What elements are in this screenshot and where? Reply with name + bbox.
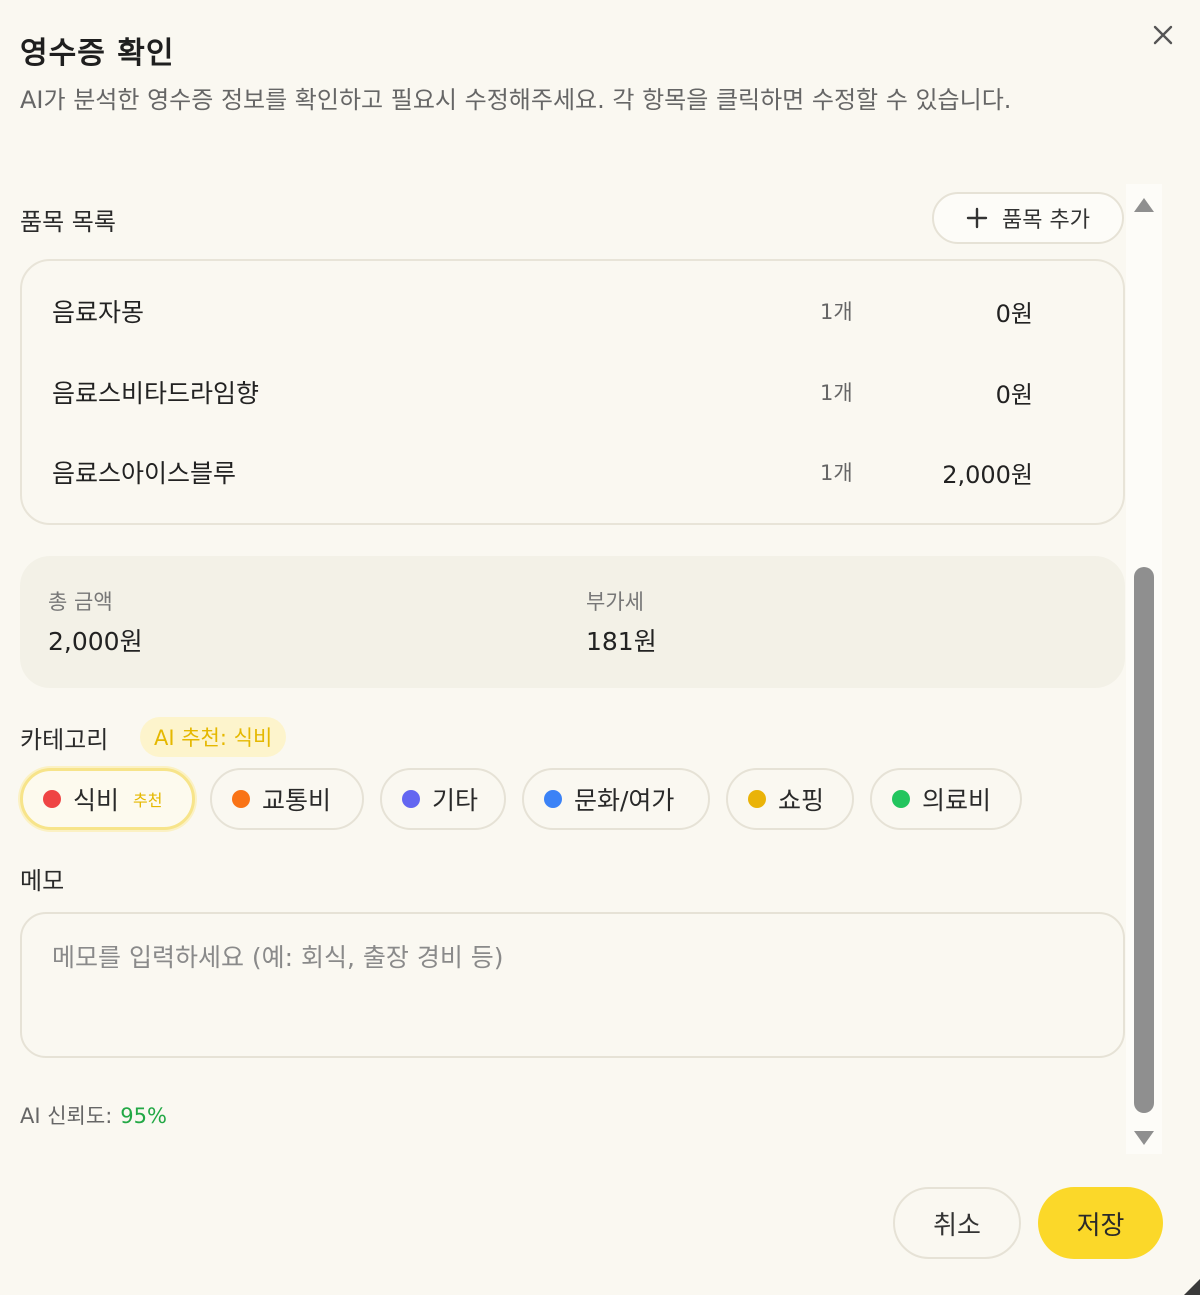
scroll-down-arrow-icon[interactable] — [1133, 1129, 1155, 1147]
category-dot-icon — [232, 790, 250, 808]
close-icon — [1153, 25, 1173, 45]
total-amount-value: 2,000원 — [48, 627, 143, 656]
scrollbar-thumb[interactable] — [1134, 567, 1154, 1113]
category-chip-label: 식비 — [73, 786, 120, 815]
scroll-up-arrow-icon[interactable] — [1133, 196, 1155, 214]
item-name[interactable]: 음료스비타드라임향 — [52, 374, 259, 410]
total-amount-label: 총 금액 — [48, 590, 113, 614]
add-item-label: 품목 추가 — [1002, 208, 1090, 233]
category-dot-icon — [748, 790, 766, 808]
recommended-tag: 추천 — [133, 791, 163, 810]
category-chip-label: 쇼핑 — [778, 786, 825, 815]
save-button[interactable]: 저장 — [1038, 1187, 1163, 1259]
cancel-button[interactable]: 취소 — [893, 1187, 1021, 1259]
dialog-title: 영수증 확인 — [20, 36, 175, 71]
category-chip-other[interactable]: 기타 — [380, 768, 506, 830]
item-qty[interactable]: 1개 — [820, 296, 853, 326]
category-chip-label: 기타 — [432, 786, 479, 815]
totals-panel: 총 금액 2,000원 부가세 181원 — [20, 556, 1125, 688]
category-dot-icon — [544, 790, 562, 808]
category-dot-icon — [43, 790, 61, 808]
ai-confidence-label: AI 신뢰도: — [20, 1104, 113, 1128]
item-name[interactable]: 음료자몽 — [52, 293, 144, 329]
dialog-scroll-content: 품목 목록 품목 추가 음료자몽 1개 0원 음료스비타드라임향 1개 0원 음… — [0, 184, 1130, 1154]
item-qty[interactable]: 1개 — [820, 457, 853, 487]
category-chip-medical[interactable]: 의료비 — [870, 768, 1022, 830]
close-button[interactable] — [1146, 18, 1180, 52]
memo-label: 메모 — [20, 867, 65, 895]
category-chip-label: 교통비 — [262, 786, 332, 815]
resize-corner-icon — [1184, 1279, 1200, 1295]
plus-icon — [966, 207, 988, 229]
category-chip-food[interactable]: 식비 추천 — [20, 768, 195, 830]
add-item-button[interactable]: 품목 추가 — [932, 192, 1124, 244]
item-row[interactable]: 음료스아이스블루 1개 2,000원 — [22, 442, 1123, 502]
category-chip-label: 문화/여가 — [574, 786, 675, 815]
item-price[interactable]: 0원 — [996, 294, 1033, 329]
vat-value: 181원 — [586, 627, 657, 656]
ai-recommendation-badge: AI 추천: 식비 — [140, 717, 287, 757]
category-dot-icon — [892, 790, 910, 808]
category-label: 카테고리 — [20, 726, 109, 754]
category-dot-icon — [402, 790, 420, 808]
memo-input[interactable] — [20, 912, 1125, 1058]
ai-confidence: AI 신뢰도: 95% — [20, 1100, 167, 1130]
vat-label: 부가세 — [586, 590, 644, 614]
item-price[interactable]: 2,000원 — [942, 455, 1033, 490]
item-row[interactable]: 음료스비타드라임향 1개 0원 — [22, 362, 1123, 422]
ai-confidence-value: 95% — [120, 1104, 167, 1128]
category-chip-culture[interactable]: 문화/여가 — [522, 768, 710, 830]
item-price[interactable]: 0원 — [996, 375, 1033, 410]
vertical-scrollbar[interactable] — [1126, 184, 1162, 1154]
dialog-description: AI가 분석한 영수증 정보를 확인하고 필요시 수정해주세요. 각 항목을 클… — [20, 86, 1012, 114]
receipt-confirm-dialog: 영수증 확인 AI가 분석한 영수증 정보를 확인하고 필요시 수정해주세요. … — [0, 0, 1200, 1295]
category-chip-transport[interactable]: 교통비 — [210, 768, 364, 830]
item-row[interactable]: 음료자몽 1개 0원 — [22, 281, 1123, 341]
category-chip-shopping[interactable]: 쇼핑 — [726, 768, 854, 830]
item-qty[interactable]: 1개 — [820, 377, 853, 407]
items-section-label: 품목 목록 — [20, 208, 116, 236]
items-list: 음료자몽 1개 0원 음료스비타드라임향 1개 0원 음료스아이스블루 1개 2… — [20, 259, 1125, 525]
category-chip-label: 의료비 — [922, 786, 992, 815]
item-name[interactable]: 음료스아이스블루 — [52, 454, 236, 490]
